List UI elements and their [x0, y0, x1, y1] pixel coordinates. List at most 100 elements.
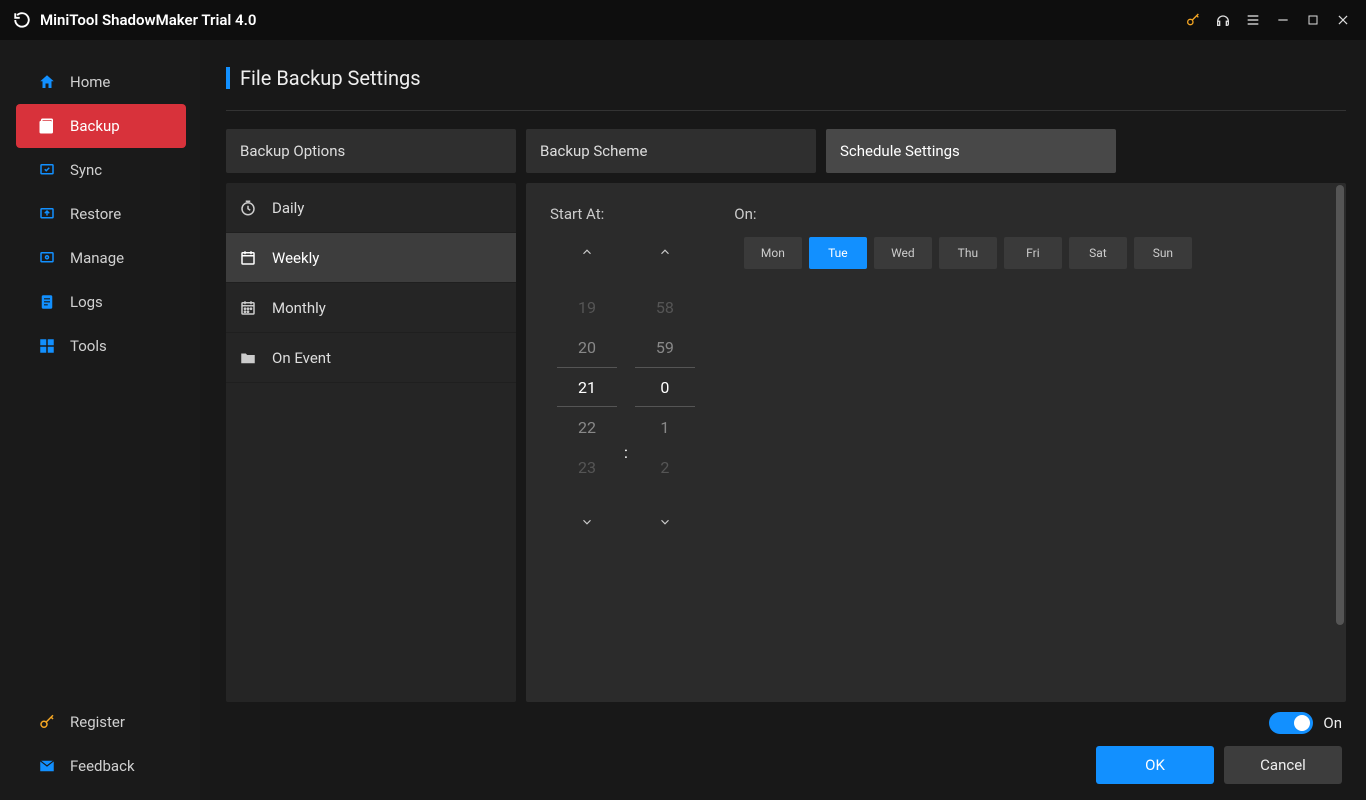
minute-value: 58 — [635, 287, 695, 327]
tools-icon — [38, 337, 56, 355]
day-tue[interactable]: Tue — [809, 237, 867, 269]
schedule-toggle[interactable] — [1269, 712, 1313, 734]
sidebar-item-label: Sync — [70, 161, 102, 179]
hour-column[interactable]: 19 20 21 22 23 — [550, 237, 624, 537]
day-label: Fri — [1026, 246, 1039, 260]
hour-value: 22 — [557, 407, 617, 447]
day-label: Wed — [891, 246, 915, 260]
clock-icon — [238, 198, 258, 218]
manage-icon — [38, 249, 56, 267]
hour-value: 20 — [557, 327, 617, 367]
bottom-bar: On OK Cancel — [226, 712, 1346, 784]
sidebar-item-label: Tools — [70, 337, 107, 355]
day-sat[interactable]: Sat — [1069, 237, 1127, 269]
sidebar-item-restore[interactable]: Restore — [0, 192, 200, 236]
key-icon[interactable] — [1178, 5, 1208, 35]
logs-icon — [38, 293, 56, 311]
start-at-label: Start At: — [550, 205, 604, 223]
heading-divider — [226, 110, 1346, 111]
day-wed[interactable]: Wed — [874, 237, 932, 269]
option-daily[interactable]: Daily — [226, 183, 516, 233]
mail-icon — [38, 757, 56, 775]
close-icon[interactable] — [1328, 5, 1358, 35]
day-mon[interactable]: Mon — [744, 237, 802, 269]
hour-value: 23 — [557, 447, 617, 487]
minimize-icon[interactable] — [1268, 5, 1298, 35]
folder-icon — [238, 348, 258, 368]
sidebar-item-logs[interactable]: Logs — [0, 280, 200, 324]
nav: Home Backup Sync Restore Manage Logs — [0, 60, 200, 700]
on-label: On: — [734, 205, 756, 223]
sidebar: Home Backup Sync Restore Manage Logs — [0, 40, 200, 800]
ok-button[interactable]: OK — [1096, 746, 1214, 784]
chevron-up-icon[interactable] — [550, 237, 624, 267]
app-title: MiniTool ShadowMaker Trial 4.0 — [40, 11, 256, 29]
sidebar-item-sync[interactable]: Sync — [0, 148, 200, 192]
restore-icon — [38, 205, 56, 223]
option-label: Monthly — [272, 299, 326, 317]
minute-value: 2 — [635, 447, 695, 487]
page-title: File Backup Settings — [240, 66, 421, 90]
titlebar: MiniTool ShadowMaker Trial 4.0 — [0, 0, 1366, 40]
hour-value-selected: 21 — [557, 367, 617, 407]
tab-schedule-settings[interactable]: Schedule Settings — [826, 129, 1116, 173]
chevron-up-icon[interactable] — [628, 237, 702, 267]
schedule-panel: Start At: On: 19 20 21 22 23 — [526, 183, 1346, 702]
calendar-grid-icon — [238, 298, 258, 318]
minute-value: 59 — [635, 327, 695, 367]
option-label: On Event — [272, 349, 331, 367]
toggle-label: On — [1323, 714, 1342, 732]
chevron-down-icon[interactable] — [550, 507, 624, 537]
maximize-icon[interactable] — [1298, 5, 1328, 35]
time-picker: 19 20 21 22 23 : 58 — [550, 237, 702, 537]
day-sun[interactable]: Sun — [1134, 237, 1192, 269]
day-label: Sun — [1153, 246, 1173, 260]
tab-backup-options[interactable]: Backup Options — [226, 129, 516, 173]
minute-value-selected: 0 — [635, 367, 695, 407]
option-weekly[interactable]: Weekly — [226, 233, 516, 283]
day-fri[interactable]: Fri — [1004, 237, 1062, 269]
sidebar-item-manage[interactable]: Manage — [0, 236, 200, 280]
day-thu[interactable]: Thu — [939, 237, 997, 269]
day-label: Sat — [1089, 246, 1107, 260]
headphones-icon[interactable] — [1208, 5, 1238, 35]
sidebar-item-label: Backup — [70, 117, 120, 135]
panel-scrollbar[interactable] — [1336, 185, 1344, 625]
key-icon — [38, 713, 56, 731]
option-on-event[interactable]: On Event — [226, 333, 516, 383]
schedule-options: Daily Weekly Monthly On Event — [226, 183, 516, 702]
hour-value: 19 — [557, 287, 617, 327]
minute-column[interactable]: 58 59 0 1 2 — [628, 237, 702, 537]
sidebar-item-label: Logs — [70, 293, 103, 311]
chevron-down-icon[interactable] — [628, 507, 702, 537]
cancel-button[interactable]: Cancel — [1224, 746, 1342, 784]
sidebar-item-label: Restore — [70, 205, 121, 223]
day-label: Mon — [761, 246, 785, 260]
day-label: Tue — [828, 246, 848, 260]
sidebar-item-home[interactable]: Home — [0, 60, 200, 104]
page-heading: File Backup Settings — [226, 66, 1346, 90]
option-monthly[interactable]: Monthly — [226, 283, 516, 333]
tab-label: Schedule Settings — [840, 142, 960, 160]
footer-item-label: Feedback — [70, 757, 135, 775]
backup-icon — [38, 117, 56, 135]
day-label: Thu — [958, 246, 978, 260]
sidebar-footer: Register Feedback — [0, 700, 200, 800]
minute-value: 1 — [635, 407, 695, 447]
schedule-toggle-row: On — [1269, 712, 1342, 734]
sync-icon — [38, 161, 56, 179]
sidebar-item-backup[interactable]: Backup — [16, 104, 186, 148]
sidebar-item-label: Manage — [70, 249, 124, 267]
tab-label: Backup Options — [240, 142, 345, 160]
footer-item-label: Register — [70, 713, 125, 731]
main-content: File Backup Settings Backup Options Back… — [200, 40, 1366, 800]
feedback-link[interactable]: Feedback — [0, 744, 200, 788]
tab-backup-scheme[interactable]: Backup Scheme — [526, 129, 816, 173]
menu-icon[interactable] — [1238, 5, 1268, 35]
button-label: Cancel — [1260, 756, 1306, 774]
calendar-icon — [238, 248, 258, 268]
button-label: OK — [1145, 756, 1165, 774]
sidebar-item-tools[interactable]: Tools — [0, 324, 200, 368]
sidebar-item-label: Home — [70, 73, 110, 91]
register-link[interactable]: Register — [0, 700, 200, 744]
